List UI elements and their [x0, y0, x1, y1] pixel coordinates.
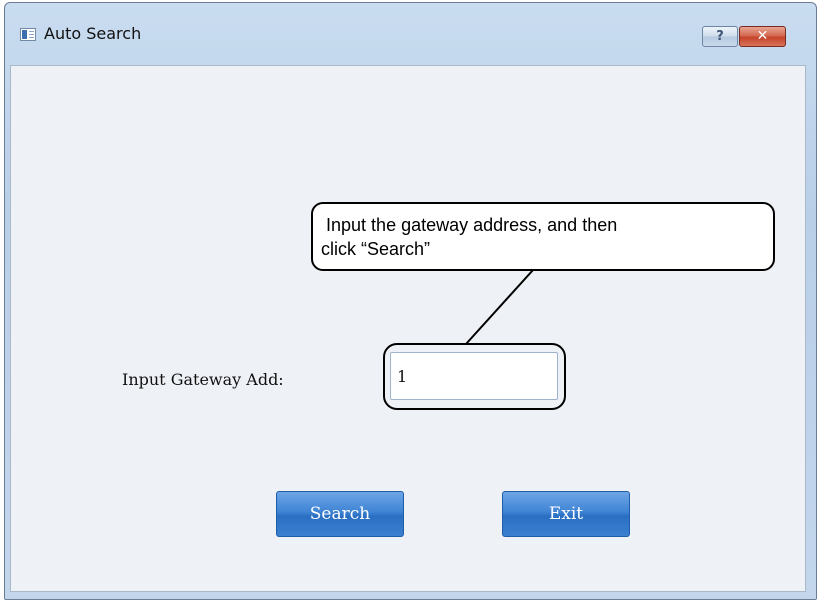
gateway-address-input[interactable]: [390, 352, 558, 400]
gateway-address-label: Input Gateway Add:: [122, 370, 284, 389]
exit-button[interactable]: Exit: [502, 491, 630, 537]
close-button[interactable]: ✕: [739, 26, 786, 47]
instruction-callout: Input the gateway address, and then clic…: [311, 202, 775, 271]
help-button[interactable]: ?: [702, 26, 738, 47]
window-title: Auto Search: [44, 24, 142, 43]
search-button[interactable]: Search: [276, 491, 404, 537]
dialog-content-area: [10, 65, 806, 592]
callout-text: Input the gateway address, and then clic…: [321, 215, 618, 259]
window-app-icon: [20, 28, 36, 41]
